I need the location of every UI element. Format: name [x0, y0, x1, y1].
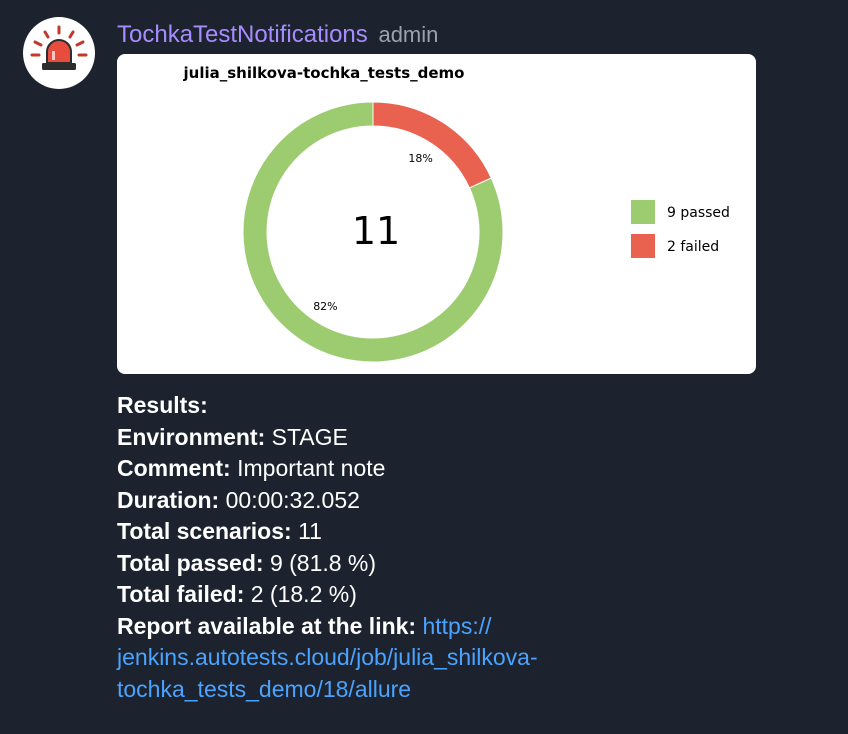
chart-center-label: 11: [352, 209, 400, 253]
comment-line: Comment: Important note: [117, 455, 386, 481]
chart-image[interactable]: julia_shilkova-tochka_tests_demo 11 18% 8…: [117, 54, 756, 374]
legend-swatch-failed: [631, 234, 655, 258]
legend-label-passed: 9 passed: [667, 205, 730, 221]
report-link-part2[interactable]: jenkins.autotests.cloud/job/julia_shilko…: [117, 644, 538, 670]
legend-label-failed: 2 failed: [667, 239, 719, 255]
chart-title: julia_shilkova-tochka_tests_demo: [183, 64, 465, 82]
total-scenarios-line: Total scenarios: 11: [117, 518, 322, 544]
donut-slice-failed: [372, 101, 492, 189]
siren-icon: [30, 25, 88, 70]
sender-name[interactable]: TochkaTestNotifications: [117, 21, 368, 48]
message-header: TochkaTestNotifications admin: [117, 20, 438, 50]
report-link-part1[interactable]: https://: [422, 613, 491, 639]
sender-role: admin: [378, 22, 439, 47]
total-failed-line: Total failed: 2 (18.2 %): [117, 581, 357, 607]
legend-swatch-passed: [631, 200, 655, 224]
donut-chart: julia_shilkova-tochka_tests_demo 11 18% 8…: [183, 64, 730, 363]
results-heading: Results:: [117, 392, 208, 418]
percent-label-passed: 82%: [313, 300, 337, 313]
results-text: Results: Environment: STAGE Comment: Imp…: [117, 390, 717, 705]
report-link-part3[interactable]: tochka_tests_demo/18/allure: [117, 676, 411, 702]
environment-line: Environment: STAGE: [117, 423, 348, 450]
total-passed-line: Total passed: 9 (81.8 %): [117, 549, 377, 576]
percent-label-failed: 18%: [408, 152, 432, 165]
duration-line: Duration: 00:00:32.052: [117, 486, 360, 513]
bot-avatar[interactable]: [23, 17, 95, 89]
report-line: Report available at the link: https://: [117, 612, 492, 639]
